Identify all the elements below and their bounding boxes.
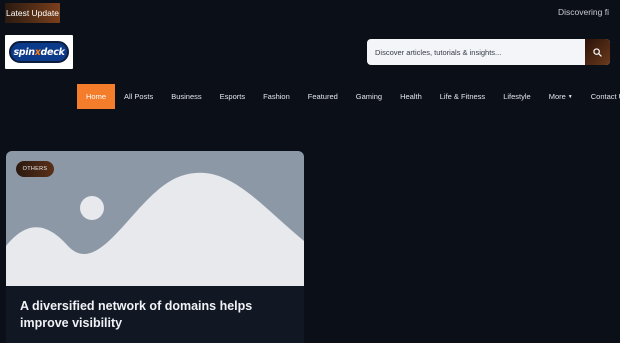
latest-update-badge[interactable]: Latest Update — [5, 3, 60, 23]
nav-item-more[interactable]: More ▼ — [540, 84, 582, 109]
nav-item-gaming[interactable]: Gaming — [347, 84, 391, 109]
nav-item-all-posts[interactable]: All Posts — [115, 84, 162, 109]
post-title[interactable]: A diversified network of domains helps i… — [20, 298, 295, 332]
nav-item-featured[interactable]: Featured — [299, 84, 347, 109]
nav-item-contact-us[interactable]: Contact Us — [582, 84, 620, 109]
nav-item-home[interactable]: Home — [77, 84, 116, 109]
site-logo[interactable]: spinxdeck — [5, 35, 73, 69]
nav-item-lifestyle[interactable]: Lifestyle — [494, 84, 540, 109]
news-ticker-text[interactable]: Discovering fi — [558, 7, 609, 17]
category-badge[interactable]: OTHERS — [16, 161, 54, 177]
nav-item-esports[interactable]: Esports — [211, 84, 254, 109]
post-card[interactable]: OTHERS A diversified network of domains … — [6, 151, 304, 343]
nav-item-health[interactable]: Health — [391, 84, 431, 109]
search-icon — [593, 47, 602, 57]
search-bar — [367, 39, 610, 65]
logo-text: spinxdeck — [13, 46, 65, 58]
main-nav: Home All Posts Business Esports Fashion … — [77, 84, 620, 109]
nav-item-more-label: More — [548, 92, 566, 101]
top-bar: Latest Update Discovering fi — [0, 0, 620, 26]
logo-emblem: spinxdeck — [9, 41, 69, 63]
search-button[interactable] — [585, 39, 610, 65]
search-input[interactable] — [367, 39, 585, 65]
nav-item-fashion[interactable]: Fashion — [254, 84, 299, 109]
nav-item-life-fitness[interactable]: Life & Fitness — [431, 84, 494, 109]
chevron-down-icon: ▼ — [567, 94, 573, 100]
nav-item-business[interactable]: Business — [162, 84, 210, 109]
